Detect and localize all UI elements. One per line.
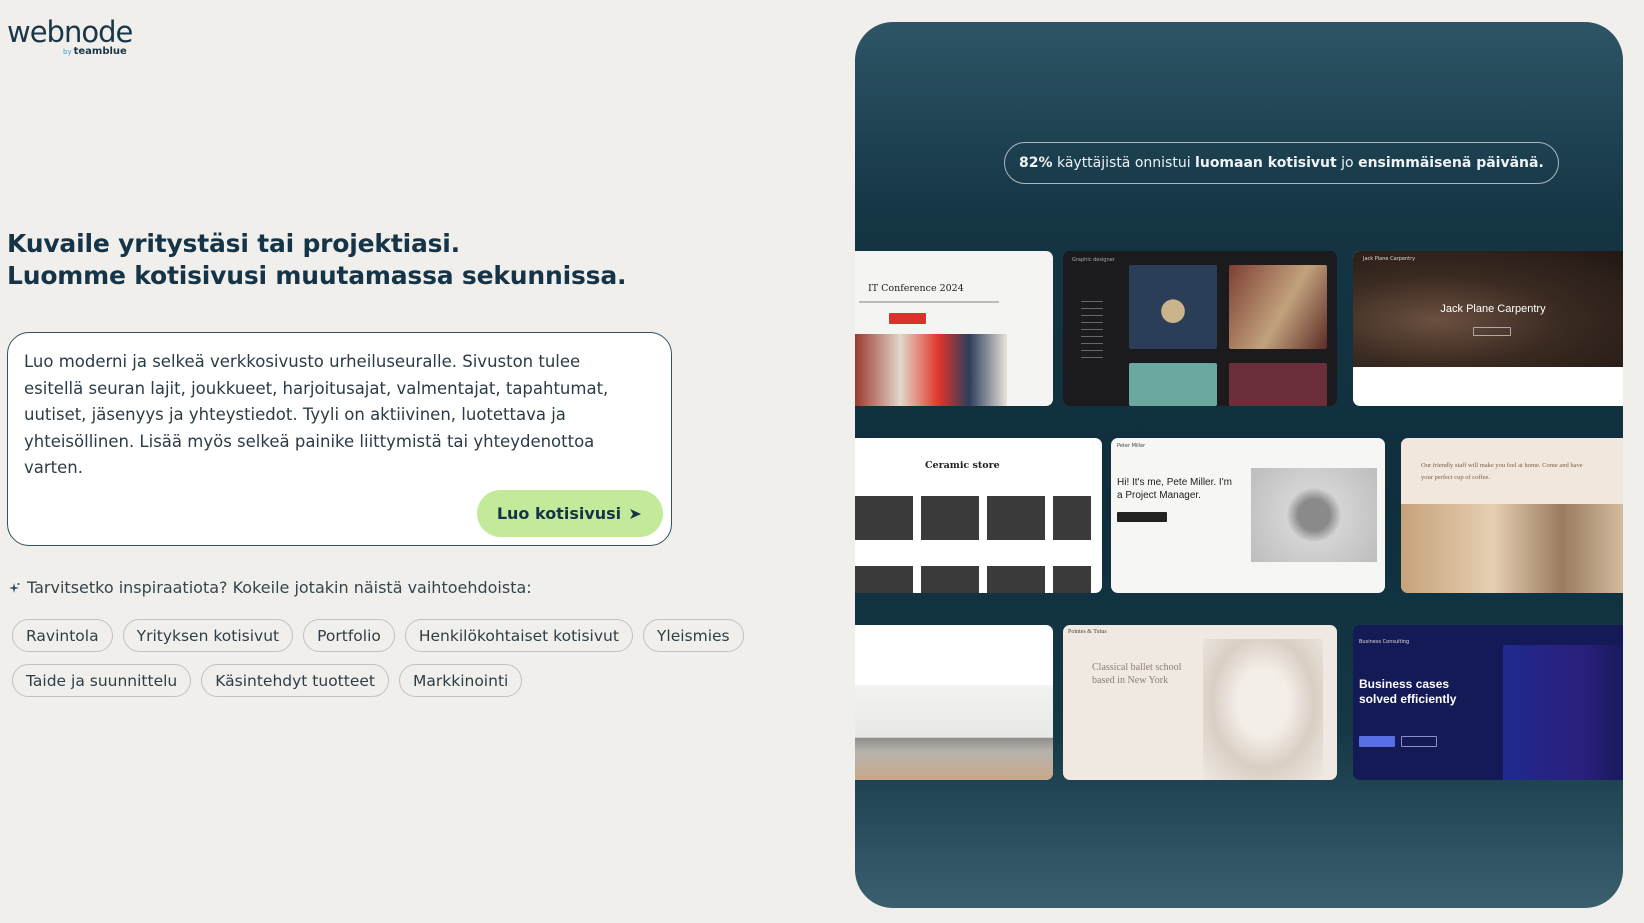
create-website-button[interactable]: Luo kotisivusi xyxy=(477,490,663,537)
stat-text-2: jo xyxy=(1336,155,1359,171)
conference-title: IT Conference 2024 xyxy=(868,283,964,294)
arrow-right-icon xyxy=(630,508,642,519)
inspiration-text: Tarvitsetko inspiraatiota? Kokeile jotak… xyxy=(27,578,532,597)
chip-yleismies[interactable]: Yleismies xyxy=(642,619,744,652)
page-headline: Kuvaile yritystäsi tai projektiasi. Luom… xyxy=(7,228,707,292)
template-thumb-consulting[interactable]: Business Consulting Business cases solve… xyxy=(1353,625,1623,780)
template-thumb-cafe[interactable]: Our friendly staff will make you feel at… xyxy=(1401,438,1623,593)
chip-yrityksen-kotisivut[interactable]: Yrityksen kotisivut xyxy=(122,619,294,652)
success-stat-pill: 82% käyttäjistä onnistui luomaan kotisiv… xyxy=(1004,142,1559,184)
designer-label: Graphic designer xyxy=(1072,257,1115,263)
consulting-brand: Business Consulting xyxy=(1359,639,1410,645)
conference-subtitle-line xyxy=(859,301,999,303)
stat-text-1: käyttäjistä onnistui xyxy=(1052,155,1196,171)
chip-ravintola[interactable]: Ravintola xyxy=(12,619,113,652)
ceramic-grid-2 xyxy=(855,566,1091,593)
portfolio-photo xyxy=(1251,468,1377,562)
template-thumb-carpentry[interactable]: Jack Plane Carpentry Jack Plane Carpentr… xyxy=(1353,251,1623,406)
portfolio-name: Peter Miller xyxy=(1117,443,1146,449)
designer-artwork-2 xyxy=(1229,265,1327,349)
logo-byline: by teamblue xyxy=(63,46,127,57)
carpentry-brand: Jack Plane Carpentry xyxy=(1363,256,1416,262)
consulting-title: Business cases solved efficiently xyxy=(1359,677,1457,706)
conference-photo xyxy=(855,334,1007,406)
chip-portfolio[interactable]: Portfolio xyxy=(303,619,395,652)
portfolio-button xyxy=(1117,512,1167,522)
consulting-button-1 xyxy=(1359,736,1395,747)
designer-artwork-4 xyxy=(1229,363,1327,406)
conference-cta xyxy=(889,313,926,324)
chip-kasintehdyt-tuotteet[interactable]: Käsintehdyt tuotteet xyxy=(201,664,389,697)
description-textarea[interactable]: Luo moderni ja selkeä verkkosivusto urhe… xyxy=(7,332,672,546)
webnode-logo[interactable]: webnode by teamblue xyxy=(7,15,133,58)
stat-bold-1: luomaan kotisivut xyxy=(1195,155,1337,171)
inspiration-hint: Tarvitsetko inspiraatiota? Kokeile jotak… xyxy=(8,578,532,597)
portfolio-intro: Hi! It's me, Pete Miller. I'm a Project … xyxy=(1117,477,1232,501)
headline-line-1: Kuvaile yritystäsi tai projektiasi. xyxy=(7,229,460,258)
carpentry-button xyxy=(1473,327,1511,336)
logo-wordmark: webnode xyxy=(7,15,133,49)
ballet-title: Classical ballet school based in New Yor… xyxy=(1092,662,1182,686)
designer-menu xyxy=(1081,301,1103,361)
chip-markkinointi[interactable]: Markkinointi xyxy=(399,664,523,697)
chip-taide-ja-suunnittelu[interactable]: Taide ja suunnittelu xyxy=(12,664,192,697)
cafe-text: Our friendly staff will make you feel at… xyxy=(1421,462,1583,481)
stat-bold-2: ensimmäisenä päivänä. xyxy=(1358,155,1544,171)
template-thumb-interior[interactable] xyxy=(855,625,1053,780)
ceramic-title: Ceramic store xyxy=(925,460,1000,471)
stat-percent: 82% xyxy=(1019,155,1053,171)
ballet-brand: Pointes & Tutus xyxy=(1068,629,1107,635)
designer-artwork-1 xyxy=(1129,265,1217,349)
cafe-photo xyxy=(1401,504,1623,593)
logo-brand: teamblue xyxy=(73,46,127,57)
consulting-graphic xyxy=(1503,645,1623,780)
template-thumb-ceramic[interactable]: Ceramic store xyxy=(855,438,1102,593)
description-text[interactable]: Luo moderni ja selkeä verkkosivusto urhe… xyxy=(24,349,614,482)
logo-by: by xyxy=(63,48,72,56)
ballet-photo xyxy=(1203,639,1323,780)
suggestion-chips: Ravintola Yrityksen kotisivut Portfolio … xyxy=(12,619,752,697)
headline-line-2: Luomme kotisivusi muutamassa sekunnissa. xyxy=(7,261,627,290)
ceramic-grid xyxy=(855,496,1091,540)
consulting-button-2 xyxy=(1401,736,1437,747)
template-thumb-designer[interactable]: Graphic designer xyxy=(1063,251,1337,406)
template-thumb-conference[interactable]: IT Conference 2024 xyxy=(855,251,1053,406)
sparkle-icon xyxy=(9,582,20,593)
chip-henkilokohtaiset-kotisivut[interactable]: Henkilökohtaiset kotisivut xyxy=(404,619,633,652)
template-thumb-ballet[interactable]: Pointes & Tutus Classical ballet school … xyxy=(1063,625,1337,780)
template-thumb-portfolio[interactable]: Peter Miller Hi! It's me, Pete Miller. I… xyxy=(1111,438,1385,593)
template-showcase-panel: 82% käyttäjistä onnistui luomaan kotisiv… xyxy=(855,22,1623,908)
create-website-label: Luo kotisivusi xyxy=(496,504,622,523)
interior-photo xyxy=(855,685,1053,780)
designer-artwork-3 xyxy=(1129,363,1217,406)
carpentry-title: Jack Plane Carpentry xyxy=(1440,303,1546,315)
